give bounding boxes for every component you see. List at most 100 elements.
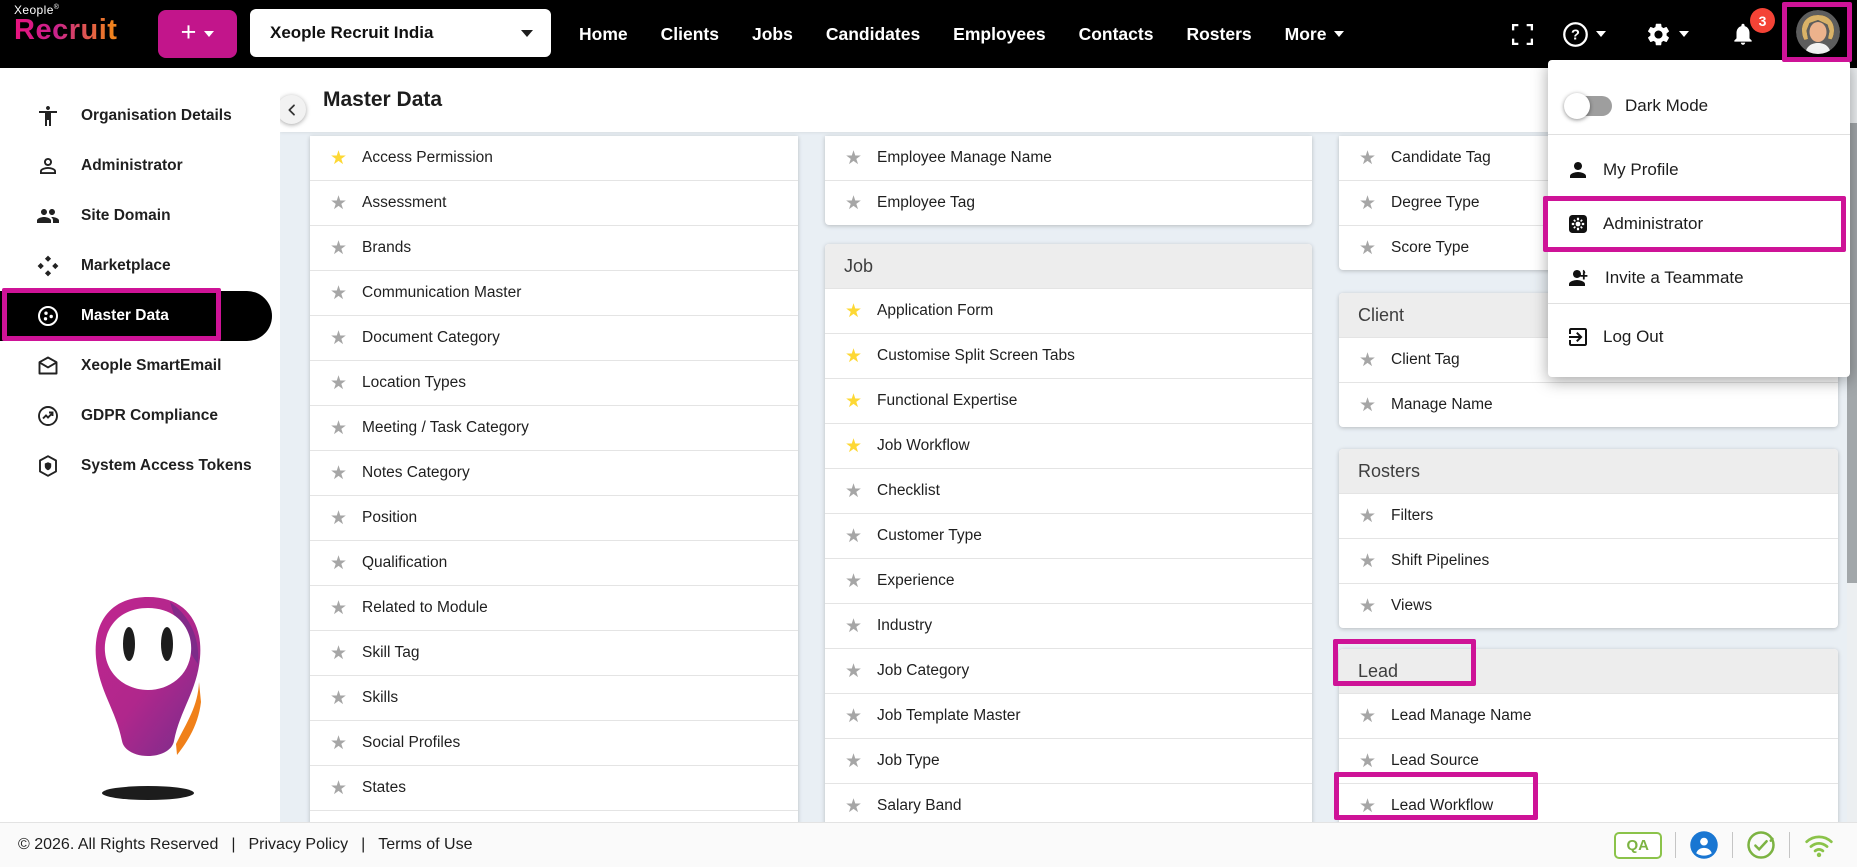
star-icon[interactable]: ★: [1359, 239, 1376, 258]
star-icon-favorited[interactable]: ★: [845, 392, 862, 411]
sidebar-item-marketplace[interactable]: Marketplace: [0, 241, 280, 291]
star-icon[interactable]: ★: [330, 464, 347, 483]
star-icon[interactable]: ★: [1359, 149, 1376, 168]
star-icon-favorited[interactable]: ★: [330, 149, 347, 168]
star-icon-favorited[interactable]: ★: [845, 437, 862, 456]
star-icon[interactable]: ★: [330, 599, 347, 618]
master-data-row-customer-type[interactable]: ★ Customer Type: [825, 513, 1312, 558]
master-data-row-checklist[interactable]: ★ Checklist: [825, 468, 1312, 513]
sidebar-item-gdpr-compliance[interactable]: GDPR Compliance: [0, 391, 280, 441]
sidebar-item-system-access-tokens[interactable]: System Access Tokens: [0, 441, 280, 491]
master-data-row-manage-name[interactable]: ★ Manage Name: [1339, 382, 1838, 427]
menu-item-invite-a-teammate[interactable]: Invite a Teammate: [1548, 256, 1850, 300]
master-data-row-lead-source[interactable]: ★ Lead Source: [1339, 738, 1838, 783]
profile-status-icon[interactable]: [1689, 830, 1719, 860]
master-data-row-social-profiles[interactable]: ★ Social Profiles: [310, 720, 798, 765]
master-data-row-related-to-module[interactable]: ★ Related to Module: [310, 585, 798, 630]
star-icon[interactable]: ★: [330, 509, 347, 528]
star-icon[interactable]: ★: [1359, 707, 1376, 726]
master-data-row-filters[interactable]: ★ Filters: [1339, 493, 1838, 538]
master-data-row-skills[interactable]: ★ Skills: [310, 675, 798, 720]
master-data-row-brands[interactable]: ★ Brands: [310, 225, 798, 270]
menu-item-log-out[interactable]: Log Out: [1548, 315, 1850, 359]
star-icon[interactable]: ★: [845, 149, 862, 168]
star-icon[interactable]: ★: [1359, 797, 1376, 816]
master-data-row-job-template-master[interactable]: ★ Job Template Master: [825, 693, 1312, 738]
master-data-row-qualification[interactable]: ★ Qualification: [310, 540, 798, 585]
star-icon[interactable]: ★: [330, 734, 347, 753]
star-icon[interactable]: ★: [1359, 552, 1376, 571]
star-icon[interactable]: ★: [330, 554, 347, 573]
star-icon[interactable]: ★: [845, 527, 862, 546]
nav-item-rosters[interactable]: Rosters: [1186, 24, 1251, 45]
star-icon[interactable]: ★: [330, 644, 347, 663]
master-data-row-experience[interactable]: ★ Experience: [825, 558, 1312, 603]
star-icon[interactable]: ★: [1359, 351, 1376, 370]
master-data-row-salary-band[interactable]: ★ Salary Band: [825, 783, 1312, 822]
master-data-row-meeting-task-category[interactable]: ★ Meeting / Task Category: [310, 405, 798, 450]
star-icon[interactable]: ★: [845, 194, 862, 213]
star-icon[interactable]: ★: [330, 689, 347, 708]
master-data-row-job-type[interactable]: ★ Job Type: [825, 738, 1312, 783]
star-icon[interactable]: ★: [845, 752, 862, 771]
star-icon-favorited[interactable]: ★: [845, 347, 862, 366]
nav-item-clients[interactable]: Clients: [661, 24, 719, 45]
fullscreen-button[interactable]: [1510, 0, 1535, 68]
nav-item-contacts[interactable]: Contacts: [1079, 24, 1154, 45]
sidebar-item-organisation-details[interactable]: Organisation Details: [0, 91, 280, 141]
master-data-row-employee-tag[interactable]: ★ Employee Tag: [825, 180, 1312, 225]
nav-item-home[interactable]: Home: [579, 24, 628, 45]
star-icon[interactable]: ★: [330, 779, 347, 798]
star-icon[interactable]: ★: [1359, 194, 1376, 213]
sidebar-item-xeople-smartemail[interactable]: Xeople SmartEmail: [0, 341, 280, 391]
master-data-row-functional-expertise[interactable]: ★ Functional Expertise: [825, 378, 1312, 423]
user-avatar[interactable]: [1796, 10, 1840, 54]
notifications-button[interactable]: [1730, 0, 1756, 68]
master-data-row-lead-workflow[interactable]: ★ Lead Workflow: [1339, 783, 1838, 822]
star-icon[interactable]: ★: [1359, 597, 1376, 616]
star-icon[interactable]: ★: [845, 617, 862, 636]
master-data-row-notes-category[interactable]: ★ Notes Category: [310, 450, 798, 495]
master-data-row-communication-master[interactable]: ★ Communication Master: [310, 270, 798, 315]
settings-button[interactable]: [1645, 0, 1689, 68]
star-icon[interactable]: ★: [845, 482, 862, 501]
nav-item-candidates[interactable]: Candidates: [826, 24, 920, 45]
sidebar-item-master-data[interactable]: Master Data: [0, 291, 272, 341]
star-icon[interactable]: ★: [845, 662, 862, 681]
master-data-row-shift-pipelines[interactable]: ★ Shift Pipelines: [1339, 538, 1838, 583]
star-icon[interactable]: ★: [330, 239, 347, 258]
star-icon[interactable]: ★: [330, 374, 347, 393]
master-data-row-customise-split-screen-tabs[interactable]: ★ Customise Split Screen Tabs: [825, 333, 1312, 378]
menu-item-dark-mode[interactable]: Dark Mode: [1548, 84, 1850, 128]
privacy-policy-link[interactable]: Privacy Policy: [249, 836, 349, 854]
sidebar-item-administrator[interactable]: Administrator: [0, 141, 280, 191]
master-data-row-views[interactable]: ★ Views: [1339, 583, 1838, 628]
master-data-row-states[interactable]: ★ States: [310, 765, 798, 810]
star-icon[interactable]: ★: [330, 194, 347, 213]
add-button[interactable]: +: [158, 10, 237, 58]
menu-item-administrator[interactable]: Administrator: [1548, 202, 1850, 246]
star-icon[interactable]: ★: [1359, 752, 1376, 771]
master-data-row-industry[interactable]: ★ Industry: [825, 603, 1312, 648]
star-icon[interactable]: ★: [1359, 507, 1376, 526]
terms-of-use-link[interactable]: Terms of Use: [378, 836, 472, 854]
nav-item-jobs[interactable]: Jobs: [752, 24, 793, 45]
master-data-row-employee-manage-name[interactable]: ★ Employee Manage Name: [825, 136, 1312, 180]
star-icon[interactable]: ★: [330, 284, 347, 303]
master-data-row-skill-tag[interactable]: ★ Skill Tag: [310, 630, 798, 675]
star-icon-favorited[interactable]: ★: [845, 302, 862, 321]
master-data-row-position[interactable]: ★ Position: [310, 495, 798, 540]
master-data-row-job-workflow[interactable]: ★ Job Workflow: [825, 423, 1312, 468]
master-data-row-location-types[interactable]: ★ Location Types: [310, 360, 798, 405]
master-data-row-job-category[interactable]: ★ Job Category: [825, 648, 1312, 693]
master-data-row-access-permission[interactable]: ★ Access Permission: [310, 136, 798, 180]
star-icon[interactable]: ★: [330, 419, 347, 438]
dark-mode-toggle[interactable]: [1564, 93, 1612, 119]
star-icon[interactable]: ★: [845, 572, 862, 591]
master-data-row-status[interactable]: ★Status: [310, 810, 798, 822]
master-data-row-application-form[interactable]: ★ Application Form: [825, 288, 1312, 333]
organisation-select[interactable]: Xeople Recruit India: [250, 9, 551, 57]
help-button[interactable]: ?: [1562, 0, 1606, 68]
nav-item-more[interactable]: More: [1285, 24, 1345, 45]
master-data-row-document-category[interactable]: ★ Document Category: [310, 315, 798, 360]
